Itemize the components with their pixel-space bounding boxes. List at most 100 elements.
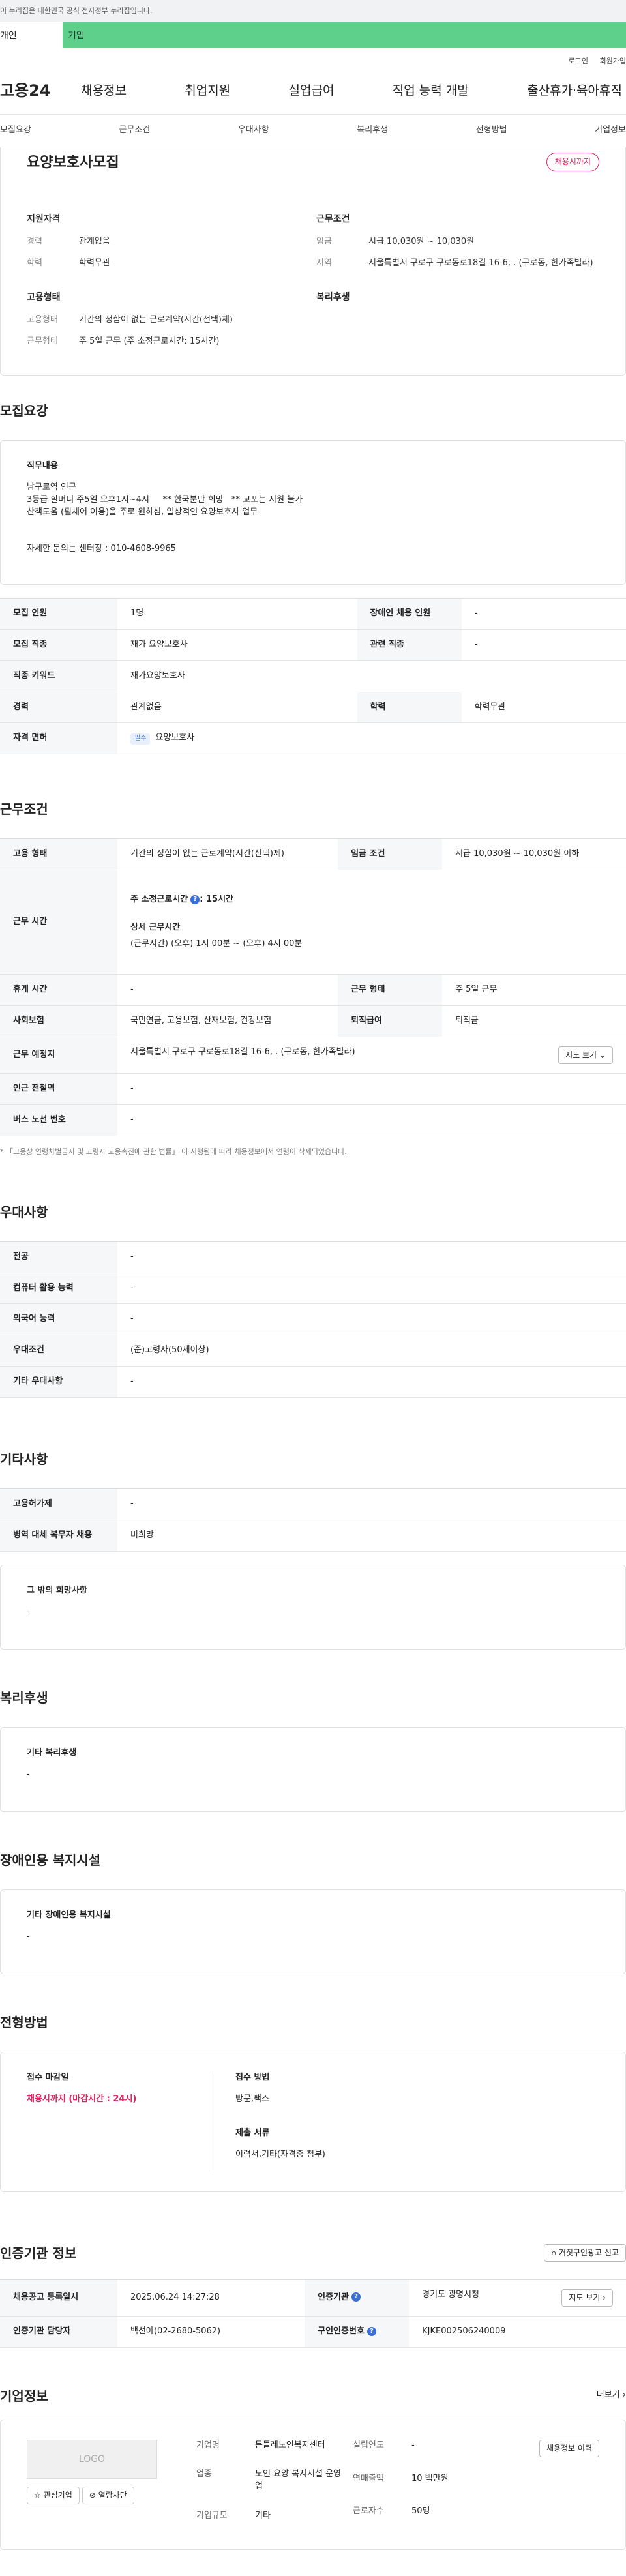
signup-link[interactable]: 회원가입: [600, 57, 626, 65]
table-row: 휴게 시간 - 근무 형태 주 5일 근무: [0, 974, 626, 1006]
company-info-2: 설립연도 - 연매출액 10 백만원 근로자수 50명: [353, 2440, 449, 2517]
info-icon[interactable]: ?: [351, 2292, 361, 2302]
user-type-tabs: 개인 기업: [0, 22, 626, 48]
tab-recruit[interactable]: 모집요강: [0, 125, 31, 137]
company-card: LOGO ☆ 관심기업 ⊘ 열람차단 기업명 든들레노인복지센터 업종 노인 요양 복…: [0, 2419, 626, 2550]
selection-title: 전형방법: [0, 2014, 48, 2030]
age-note: * 「고용상 연령차별금지 및 고령자 고용촉진에 관한 법률」 이 시행됨에 …: [0, 1147, 347, 1156]
table-row: 인증기관 담당자 백선아(02-2680-5062) 구인인증번호? KJKE0025…: [0, 2316, 626, 2348]
table-row: 외국어 능력 -: [0, 1303, 626, 1336]
table-row: 기타 우대사항 -: [0, 1366, 626, 1398]
home-icon: ⌂: [551, 2247, 557, 2257]
page: 이 누리집은 대한민국 공식 전자정부 누리집입니다. 개인 기업 로그인 회원…: [0, 0, 626, 2550]
disabled-box: 기타 장애인용 복지시설 -: [0, 1889, 626, 1974]
table-row: 버스 노선 번호 -: [0, 1104, 626, 1136]
gnb-item-jobs[interactable]: 채용정보: [77, 82, 130, 100]
table-row: 직종 키워드 재가요양보호사: [0, 660, 626, 692]
tab-selection[interactable]: 전형방법: [476, 125, 507, 137]
table-row: 자격 면허 필수 요양보호사: [0, 722, 626, 755]
job-title: 요양보호사모집: [27, 155, 119, 171]
welfare-box: 기타 복리후생 -: [0, 1726, 626, 1812]
tab-personal[interactable]: 개인: [0, 22, 63, 48]
etc-title: 기타사항: [0, 1451, 48, 1467]
gnb-item-employment-support[interactable]: 취업지원: [181, 82, 234, 100]
site-logo[interactable]: 고용24: [0, 80, 77, 102]
table-row: 근무 예정지 서울특별시 구로구 구로동로18길 16-6, . (구로동, 한가…: [0, 1037, 626, 1074]
summary-emp: 고용형태 고용형태 기간의 정함이 없는 근로계약(시간(선택)제) 근무형태 주 …: [27, 291, 316, 357]
recruit-table: 모집 인원 1명 장애인 채용 인원 - 모집 직종 재가 요양보호사 관련 직종 - 직종…: [0, 598, 626, 755]
summary-area: 지역 서울특별시 구로구 구로동로18길 16-6, . (구로동, 한가족빌라): [316, 258, 593, 269]
block-button[interactable]: ⊘ 열람차단: [82, 2486, 134, 2505]
disabled-title: 장애인용 복지시설: [0, 1852, 101, 1868]
table-row: 사회보험 국민연금, 고용보험, 산재보험, 건강보험 퇴직급여 퇴직금: [0, 1005, 626, 1037]
gnb-item-leave[interactable]: 출산휴가·육아휴직: [523, 82, 626, 100]
job-summary-card: 요양보호사모집 채용시까지 지원자격 경력 관계없음 학력 학력무관 근무조건 임금…: [0, 147, 626, 376]
login-link[interactable]: 로그인: [569, 57, 588, 65]
map-button[interactable]: 지도 보기 ⌄: [558, 1046, 613, 1065]
recruit-title: 모집요강: [0, 403, 48, 419]
block-icon: ⊘: [89, 2490, 96, 2500]
etc-other-box: 그 밖의 희망사항 -: [0, 1564, 626, 1650]
tab-company[interactable]: 기업정보: [595, 125, 626, 137]
info-icon[interactable]: ?: [190, 895, 200, 904]
tab-business[interactable]: 기업: [63, 22, 626, 48]
agency-title: 인증기관 정보: [0, 2245, 77, 2261]
summary-edu: 학력 학력무관: [27, 258, 110, 269]
table-row: 근무 시간 주 소정근로시간?: 15시간 상세 근무시간 (근무시간) (오후…: [0, 870, 626, 975]
company-logo: LOGO: [27, 2439, 157, 2479]
report-button[interactable]: ⌂ 거짓구인광고 신고: [544, 2243, 626, 2262]
etc-table: 고용허가제 - 병역 대체 복무자 채용 비희망: [0, 1488, 626, 1552]
gnb-item-training[interactable]: 직업 능력 개발: [389, 82, 473, 100]
more-link[interactable]: 더보기 ›: [597, 2390, 626, 2402]
deadline-value: 채용시까지 (마감시간 : 24시): [27, 2094, 137, 2104]
duty-line-3: 산책도움 (휠체어 이용)을 주로 원하심, 일상적인 요양보호사 업무: [27, 507, 258, 517]
agency-map-button[interactable]: 지도 보기 ›: [561, 2288, 613, 2307]
qual-heading: 지원자격: [27, 213, 61, 224]
tab-welfare[interactable]: 복리후생: [357, 125, 388, 137]
welfare-title: 복리후생: [0, 1689, 48, 1706]
company-info-1: 기업명 든들레노인복지센터 업종 노인 요양 복지시설 운영업 기업규모 기타: [196, 2440, 341, 2521]
global-nav: 고용24 채용정보 취업지원 실업급여 직업 능력 개발 출산휴가·육아휴직: [0, 68, 626, 115]
tab-prefer[interactable]: 우대사항: [238, 125, 269, 137]
duty-line-2: 3등급 할머니 주5일 오후1시~4시 ** 한국분만 희망 ** 교포는 지원…: [27, 494, 303, 505]
table-row: 병역 대체 복무자 채용 비희망: [0, 1520, 626, 1552]
table-row: 모집 인원 1명 장애인 채용 인원 -: [0, 598, 626, 630]
section-tabs: 모집요강 근무조건 우대사항 복리후생 전형방법 기업정보: [0, 115, 626, 147]
gnb-item-unemployment[interactable]: 실업급여: [285, 82, 338, 100]
table-row: 인근 전철역 -: [0, 1073, 626, 1105]
prefer-title: 우대사항: [0, 1204, 48, 1220]
chevron-right-icon: ›: [603, 2292, 606, 2302]
summary-wage: 임금 시급 10,030원 ~ 10,030원: [316, 237, 475, 247]
summary-grid-2: 고용형태 고용형태 기간의 정함이 없는 근로계약(시간(선택)제) 근무형태 주 …: [27, 291, 606, 357]
table-row: 컴퓨터 활용 능력 -: [0, 1273, 626, 1305]
duty-line-1: 남구로역 인근: [27, 482, 76, 492]
welfare-heading: 복리후생: [316, 291, 350, 303]
table-row: 모집 직종 재가 요양보호사 관련 직종 -: [0, 629, 626, 661]
tab-conditions[interactable]: 근무조건: [119, 125, 150, 137]
conditions-table: 고용 형태 기간의 정함이 없는 근로계약(시간(선택)제) 임금 조건 시급 10,…: [0, 838, 626, 1136]
chevron-down-icon: ⌄: [599, 1050, 606, 1059]
table-row: 고용 형태 기간의 정함이 없는 근로계약(시간(선택)제) 임금 조건 시급 10,…: [0, 838, 626, 871]
duty-contact: 자세한 문의는 센터장 : 010-4608-9965: [27, 544, 176, 554]
table-row: 고용허가제 -: [0, 1488, 626, 1520]
duty-box: 직무내용 남구로역 인근 3등급 할머니 주5일 오후1시~4시 ** 한국분만…: [0, 440, 626, 585]
summary-worktype: 근무형태 주 5일 근무 (주 소정근로시간: 15시간): [27, 336, 220, 347]
gnb-menu: 채용정보 취업지원 실업급여 직업 능력 개발 출산휴가·육아휴직: [77, 82, 626, 100]
star-icon: ☆: [34, 2490, 41, 2500]
cond-heading: 근무조건: [316, 213, 350, 224]
summary-cond: 근무조건 임금 시급 10,030원 ~ 10,030원 지역 서울특별시 구로구 …: [316, 213, 606, 279]
history-button[interactable]: 채용정보 이력: [539, 2439, 599, 2458]
summary-qual: 지원자격 경력 관계없음 학력 학력무관: [27, 213, 316, 279]
duty-heading: 직무내용: [27, 461, 58, 471]
selection-box: 접수 마감일 채용시까지 (마감시간 : 24시) 접수 방법 방문,팩스 제출…: [0, 2051, 626, 2192]
util-links: 로그인 회원가입: [0, 48, 626, 68]
agency-table: 채용공고 등록일시 2025.06.24 14:27:28 인증기관? 경기도 광명시…: [0, 2279, 626, 2348]
gov-banner: 이 누리집은 대한민국 공식 전자정부 누리집입니다.: [0, 0, 626, 22]
info-icon[interactable]: ?: [366, 2326, 376, 2336]
table-row: 경력 관계없음 학력 학력무관: [0, 692, 626, 724]
summary-career: 경력 관계없음: [27, 237, 110, 247]
company-title: 기업정보: [0, 2388, 48, 2404]
favorite-button[interactable]: ☆ 관심기업: [27, 2486, 80, 2505]
summary-welfare: 복리후생: [316, 291, 606, 357]
table-row: 우대조건 (준)고령자(50세이상): [0, 1335, 626, 1367]
